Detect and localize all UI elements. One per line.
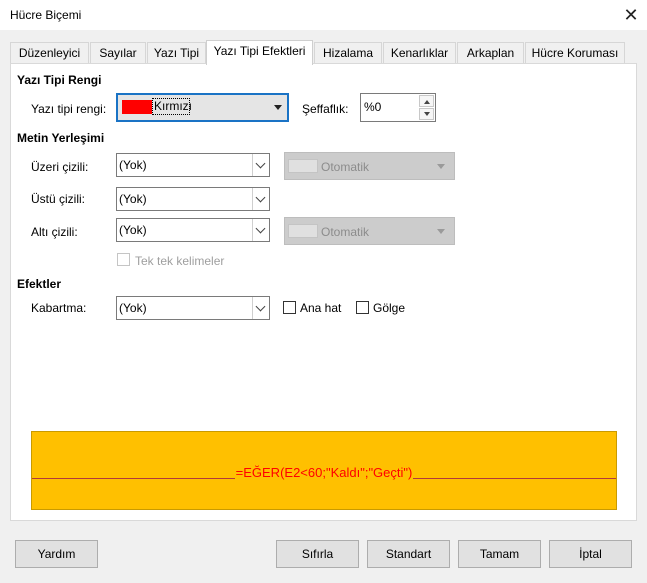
reset-button[interactable]: Sıfırla [276,540,359,568]
font-color-label: Yazı tipi rengi: [31,102,107,116]
transparency-spinbox[interactable]: %0 [360,93,436,122]
preview-text: =EĞER(E2<60;"Kaldı";"Geçti") [234,465,414,480]
overline-dropdown-button[interactable] [252,154,269,176]
tab-font-effects[interactable]: Yazı Tipi Efektleri [206,40,313,65]
window-title: Hücre Biçemi [10,8,82,22]
tab-alignment[interactable]: Hizalama [314,42,382,64]
color-swatch [122,100,152,114]
relief-dropdown-button[interactable] [252,297,269,319]
preview-box: =EĞER(E2<60;"Kaldı";"Geçti") [31,431,617,510]
shadow-label: Gölge [373,301,406,315]
underline-dropdown-button[interactable] [252,219,269,241]
dropdown-arrow-icon [437,164,445,169]
tab-bar: Düzenleyici Sayılar Yazı Tipi Yazı Tipi … [10,40,630,65]
strikethrough-dropdown-button[interactable] [252,188,269,210]
spin-up-icon[interactable] [419,95,434,107]
relief-select[interactable]: (Yok) [116,296,270,320]
chevron-down-icon [255,192,266,203]
relief-label: Kabartma: [31,301,87,315]
text-decoration-heading: Metin Yerleşimi [17,131,105,145]
close-icon[interactable]: ✕ [620,4,642,26]
tab-borders[interactable]: Kenarlıklar [383,42,456,64]
outline-label: Ana hat [300,301,342,315]
font-color-value: Kırmızı [154,99,192,113]
tab-cell-protection[interactable]: Hücre Koruması [525,42,625,64]
overline-label: Üzeri çizili: [31,160,89,174]
chevron-down-icon [255,301,266,312]
color-swatch [288,224,318,238]
overline-color-value: Otomatik [321,160,370,174]
title-bar: Hücre Biçemi ✕ [0,0,647,30]
shadow-checkbox[interactable] [356,301,369,314]
overline-value: (Yok) [119,158,147,172]
overline-select[interactable]: (Yok) [116,153,270,177]
standard-button[interactable]: Standart [367,540,450,568]
ok-button[interactable]: Tamam [458,540,541,568]
spin-down-icon[interactable] [419,108,434,120]
underline-color-value: Otomatik [321,225,370,239]
dropdown-arrow-icon [274,105,282,110]
tab-background[interactable]: Arkaplan [457,42,524,64]
tab-numbers[interactable]: Sayılar [90,42,146,64]
underline-value: (Yok) [119,223,147,237]
font-color-heading: Yazı Tipi Rengi [17,73,102,87]
tab-font[interactable]: Yazı Tipi [147,42,206,64]
underline-color-select: Otomatik [284,217,455,245]
underline-label: Altı çizili: [31,225,78,239]
transparency-value: %0 [364,100,382,114]
strikethrough-select[interactable]: (Yok) [116,187,270,211]
relief-value: (Yok) [119,301,147,315]
cancel-button[interactable]: İptal [549,540,632,568]
strikethrough-value: (Yok) [119,192,147,206]
color-swatch [288,159,318,173]
font-color-dropdown[interactable]: Kırmızı [116,93,289,122]
help-button[interactable]: Yardım [15,540,98,568]
outline-checkbox[interactable] [283,301,296,314]
effects-heading: Efektler [17,277,62,291]
dropdown-arrow-icon [437,229,445,234]
transparency-label: Şeffaflık: [302,102,349,116]
overline-color-select: Otomatik [284,152,455,180]
individual-words-checkbox [117,253,130,266]
strikethrough-label: Üstü çizili: [31,192,86,206]
chevron-down-icon [255,158,266,169]
tab-organizer[interactable]: Düzenleyici [10,42,89,64]
individual-words-label: Tek tek kelimeler [135,254,225,268]
underline-select[interactable]: (Yok) [116,218,270,242]
chevron-down-icon [255,223,266,234]
preview-text-row: =EĞER(E2<60;"Kaldı";"Geçti") [32,465,616,480]
